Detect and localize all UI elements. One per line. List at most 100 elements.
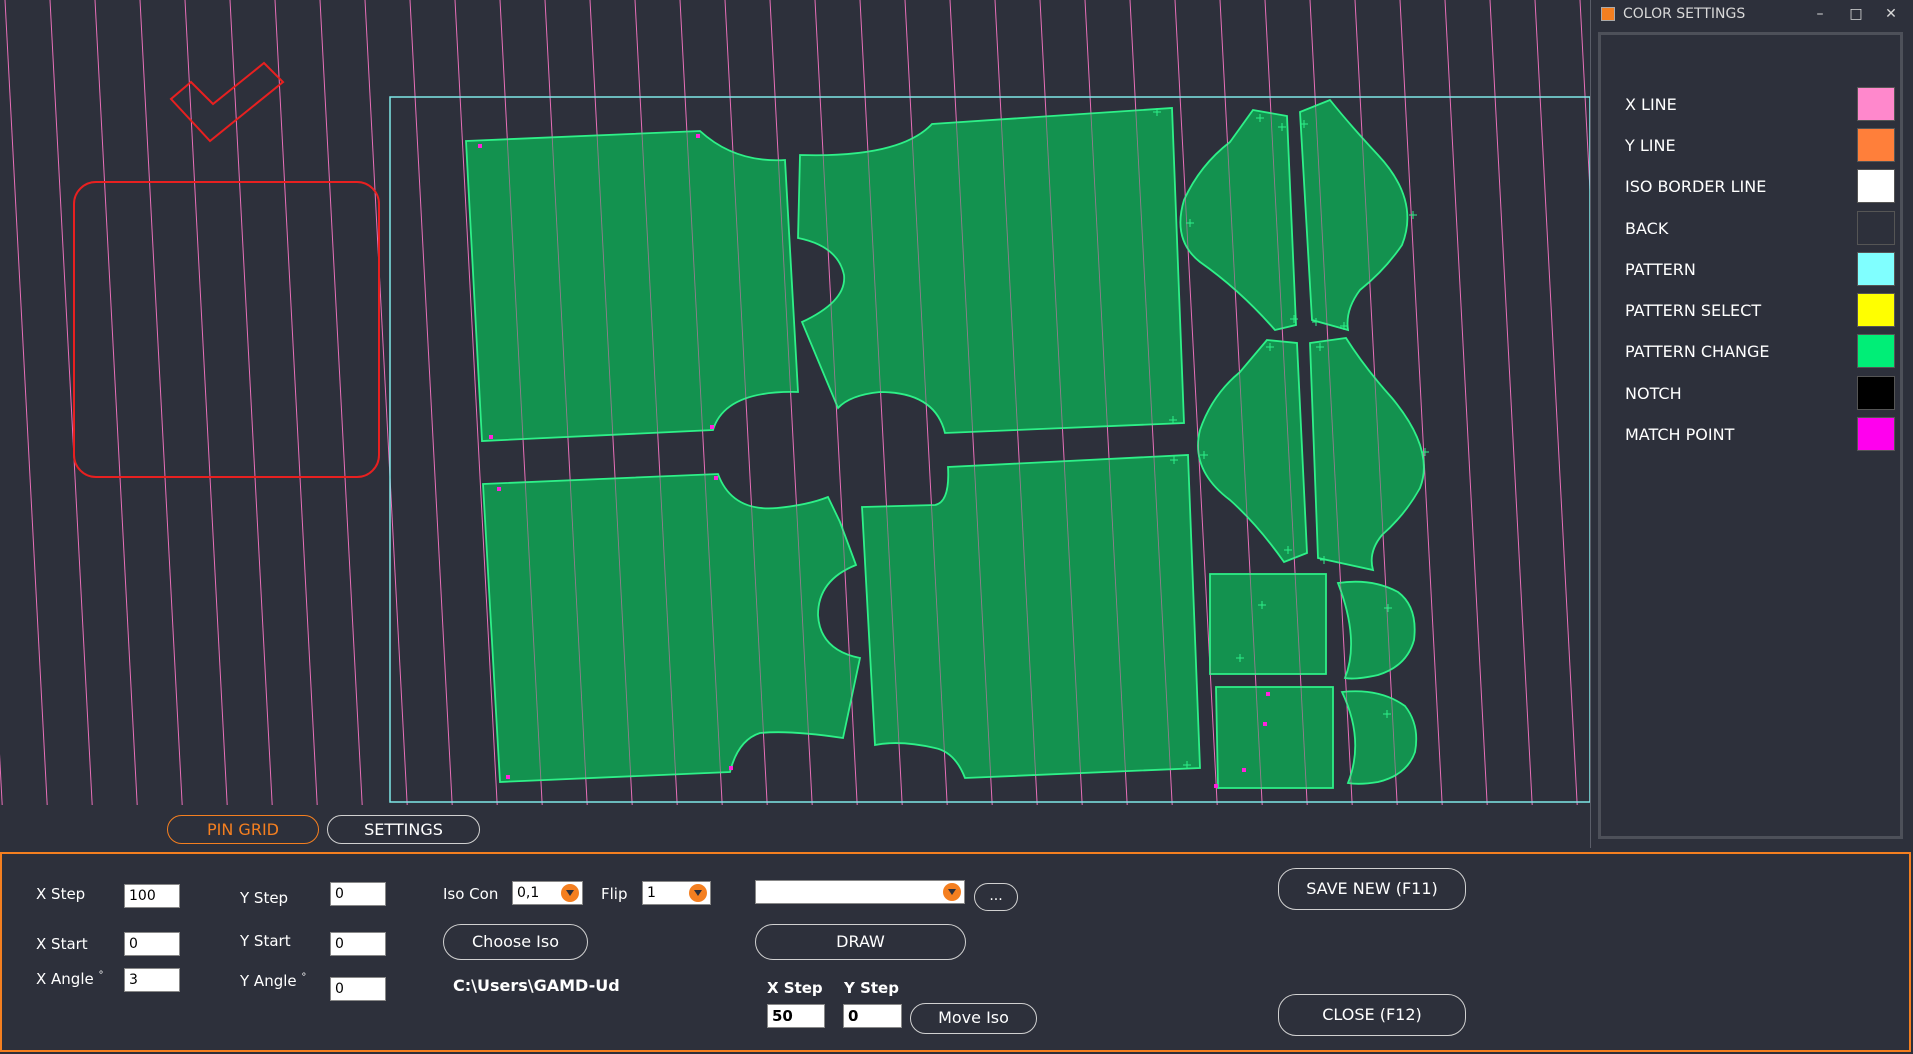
browse-button[interactable]: ... — [974, 883, 1018, 911]
color-swatch-match-point[interactable] — [1857, 417, 1895, 451]
color-swatch-y-line[interactable] — [1857, 128, 1895, 162]
canvas-svg[interactable] — [0, 0, 1590, 808]
x-line — [0, 753, 3, 806]
selection-frame[interactable] — [73, 181, 380, 478]
color-label: PATTERN — [1625, 260, 1696, 279]
pattern-pieces[interactable] — [465, 98, 1425, 789]
color-row-notch: NOTCH — [1625, 376, 1895, 410]
pattern-piece-cuff-2[interactable] — [1340, 690, 1418, 785]
y-angle-input[interactable]: 0 — [330, 977, 386, 1001]
x-start-label: X Start — [36, 935, 88, 953]
chevron-down-icon[interactable] — [561, 884, 579, 902]
chevron-down-icon[interactable] — [689, 884, 707, 902]
x-line — [319, 0, 363, 806]
pattern-piece-sleeve-2a[interactable] — [1197, 339, 1308, 564]
match-point — [1266, 692, 1270, 696]
match-point — [710, 425, 714, 429]
color-row-iso-border-line: ISO BORDER LINE — [1625, 169, 1895, 203]
pattern-piece-front-bottom[interactable] — [861, 454, 1201, 779]
y-start-label: Y Start — [240, 932, 291, 950]
match-point — [506, 775, 510, 779]
match-point — [478, 144, 482, 148]
y-angle-label: Y Angle ° — [240, 972, 306, 990]
pattern-piece-back-bottom[interactable] — [482, 473, 862, 783]
degree-mark: ° — [98, 970, 104, 981]
color-swatch-pattern-change[interactable] — [1857, 334, 1895, 368]
move-y-step-input[interactable]: 0 — [843, 1004, 902, 1028]
color-swatch-x-line[interactable] — [1857, 87, 1895, 121]
pattern-piece-cuff-1[interactable] — [1336, 580, 1416, 680]
x-step-input[interactable]: 100 — [124, 884, 180, 908]
y-step-input[interactable]: 0 — [330, 882, 386, 906]
flip-select[interactable]: 1 — [642, 881, 711, 905]
move-x-step-input[interactable]: 50 — [767, 1004, 825, 1028]
x-line — [139, 0, 183, 806]
color-label: PATTERN SELECT — [1625, 301, 1762, 320]
close-button[interactable]: CLOSE (F12) — [1278, 994, 1466, 1036]
window-title: COLOR SETTINGS — [1623, 6, 1746, 22]
color-swatch-pattern[interactable] — [1857, 252, 1895, 286]
pattern-piece-front-top[interactable] — [797, 107, 1185, 434]
iso-con-label: Iso Con — [443, 885, 499, 903]
color-settings-body: X LINE Y LINE ISO BORDER LINE BACK PATTE… — [1598, 32, 1903, 839]
tab-pin-grid[interactable]: PIN GRID — [167, 815, 319, 844]
color-label: Y LINE — [1625, 136, 1676, 155]
color-label: PATTERN CHANGE — [1625, 342, 1770, 361]
pattern-piece-collar-1[interactable] — [1209, 573, 1327, 675]
color-row-back: BACK — [1625, 211, 1895, 245]
minimize-icon[interactable]: – — [1810, 4, 1830, 24]
match-point — [497, 487, 501, 491]
maximize-icon[interactable]: □ — [1846, 4, 1866, 24]
move-iso-button[interactable]: Move Iso — [910, 1003, 1037, 1034]
notch-mark — [1409, 211, 1417, 219]
move-x-step-label: X Step — [767, 979, 823, 997]
color-settings-titlebar[interactable]: COLOR SETTINGS – □ ✕ — [1591, 0, 1913, 28]
color-swatch-notch[interactable] — [1857, 376, 1895, 410]
y-angle-label-text: Y Angle — [240, 972, 297, 990]
x-line — [1534, 0, 1578, 806]
x-angle-label-text: X Angle — [36, 970, 94, 988]
color-swatch-pattern-select[interactable] — [1857, 293, 1895, 327]
color-label: ISO BORDER LINE — [1625, 177, 1767, 196]
x-line — [274, 0, 318, 806]
chevron-down-icon[interactable] — [943, 883, 961, 901]
settings-panel: X Step 100 X Start 0 X Angle ° 3 Y Step … — [0, 852, 1911, 1052]
x-start-input[interactable]: 0 — [124, 932, 180, 956]
draw-button[interactable]: DRAW — [755, 924, 966, 960]
x-line — [1399, 0, 1443, 806]
color-row-pattern-select: PATTERN SELECT — [1625, 293, 1895, 327]
grain-line — [0, 0, 2, 805]
tab-settings[interactable]: SETTINGS — [327, 815, 480, 844]
x-step-label: X Step — [36, 885, 86, 903]
flip-label: Flip — [601, 885, 628, 903]
drawing-canvas[interactable] — [0, 0, 1590, 808]
y-start-input[interactable]: 0 — [330, 932, 386, 956]
move-y-step-label: Y Step — [844, 979, 899, 997]
file-select[interactable] — [755, 880, 965, 904]
grain-line — [1580, 0, 1590, 805]
pattern-piece-collar-2[interactable] — [1215, 686, 1334, 789]
x-line — [1444, 0, 1488, 806]
color-label: MATCH POINT — [1625, 425, 1735, 444]
close-icon[interactable]: ✕ — [1881, 4, 1901, 24]
match-point — [489, 435, 493, 439]
iso-con-value: 0,1 — [517, 885, 540, 901]
choose-iso-button[interactable]: Choose Iso — [443, 924, 588, 960]
x-line — [364, 0, 408, 806]
iso-con-select[interactable]: 0,1 — [512, 881, 583, 905]
x-angle-input[interactable]: 3 — [124, 968, 180, 992]
color-row-pattern-change: PATTERN CHANGE — [1625, 334, 1895, 368]
pattern-piece-back-top[interactable] — [465, 130, 799, 442]
x-angle-label: X Angle ° — [36, 970, 104, 988]
pattern-piece-sleeve-1a[interactable] — [1179, 109, 1297, 332]
pattern-piece-sleeve-1b[interactable] — [1299, 98, 1409, 332]
color-row-match-point: MATCH POINT — [1625, 417, 1895, 451]
save-new-button[interactable]: SAVE NEW (F11) — [1278, 868, 1466, 910]
color-swatch-iso-border-line[interactable] — [1857, 169, 1895, 203]
color-label: BACK — [1625, 219, 1669, 238]
pattern-piece-sleeve-2b[interactable] — [1309, 337, 1425, 572]
flip-value: 1 — [647, 885, 656, 901]
app-icon — [1601, 7, 1615, 21]
color-swatch-back[interactable] — [1857, 211, 1895, 245]
x-line — [49, 0, 93, 806]
